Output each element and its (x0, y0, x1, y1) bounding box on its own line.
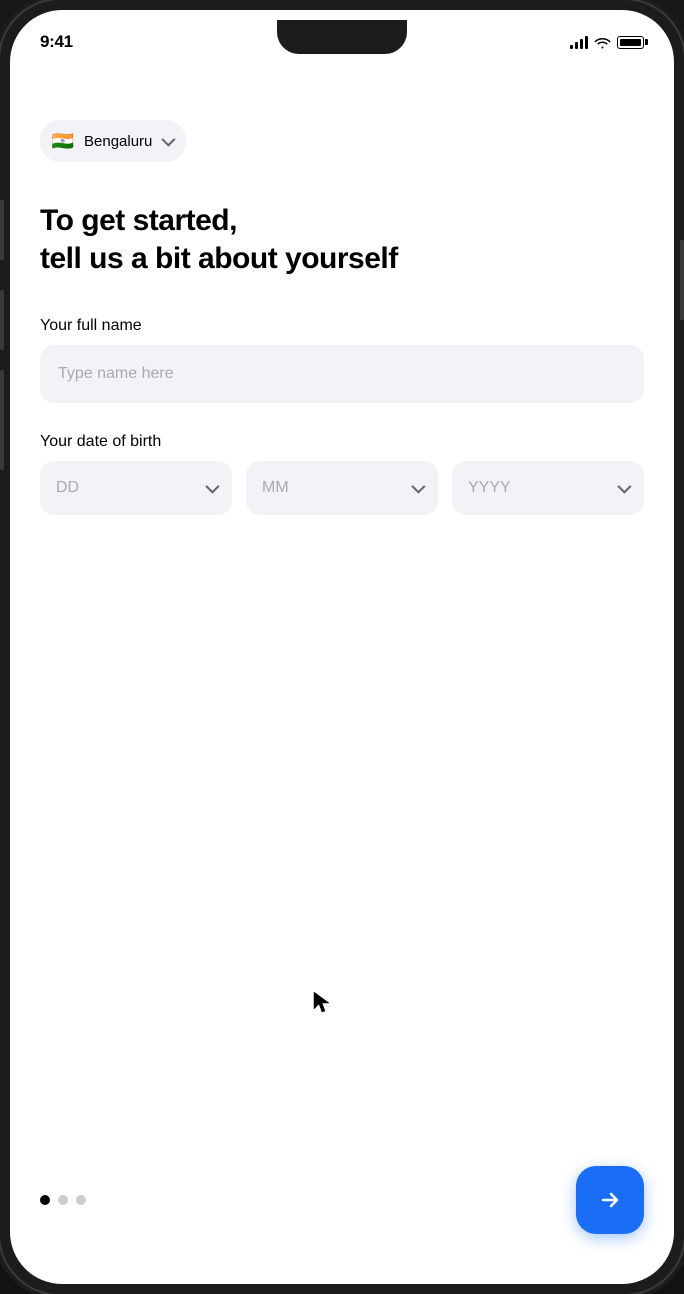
mute-switch[interactable] (0, 370, 4, 470)
date-dropdowns: DD MM YYYY (40, 461, 644, 515)
volume-up-button[interactable] (0, 200, 4, 260)
battery-icon (617, 36, 644, 49)
next-button[interactable] (576, 1166, 644, 1234)
arrow-right-icon (598, 1188, 622, 1212)
phone-screen: 9:41 (10, 10, 674, 1284)
date-of-birth-label: Your date of birth (40, 433, 644, 451)
headline-line2: tell us a bit about yourself (40, 240, 644, 278)
year-placeholder: YYYY (468, 479, 511, 497)
pagination-dot-3 (76, 1195, 86, 1205)
month-dropdown[interactable]: MM (246, 461, 438, 515)
month-chevron-icon (411, 480, 425, 494)
full-name-label: Your full name (40, 317, 644, 335)
pagination-dot-2 (58, 1195, 68, 1205)
status-time: 9:41 (40, 32, 73, 52)
india-flag-icon: 🇮🇳 (50, 128, 76, 154)
power-button[interactable] (680, 240, 684, 320)
year-dropdown[interactable]: YYYY (452, 461, 644, 515)
day-placeholder: DD (56, 479, 79, 497)
notch (277, 20, 407, 54)
bottom-section (40, 1166, 644, 1254)
headline: To get started, tell us a bit about your… (40, 202, 644, 277)
signal-icon (570, 36, 588, 49)
full-name-section: Your full name (40, 317, 644, 403)
status-icons (570, 36, 644, 49)
headline-line1: To get started, (40, 202, 644, 240)
pagination-dot-1 (40, 1195, 50, 1205)
chevron-down-icon (162, 133, 176, 147)
location-picker[interactable]: 🇮🇳 Bengaluru (40, 120, 186, 162)
phone-frame: 9:41 (0, 0, 684, 1294)
date-of-birth-section: Your date of birth DD MM YYYY (40, 433, 644, 515)
day-dropdown[interactable]: DD (40, 461, 232, 515)
volume-down-button[interactable] (0, 290, 4, 350)
year-chevron-icon (617, 480, 631, 494)
full-name-input[interactable] (40, 345, 644, 403)
location-city-label: Bengaluru (84, 133, 152, 150)
month-placeholder: MM (262, 479, 289, 497)
pagination-dots (40, 1195, 86, 1205)
spacer (40, 545, 644, 1166)
screen-content: 🇮🇳 Bengaluru To get started, tell us a b… (10, 60, 674, 1284)
wifi-icon (594, 36, 611, 49)
day-chevron-icon (205, 480, 219, 494)
